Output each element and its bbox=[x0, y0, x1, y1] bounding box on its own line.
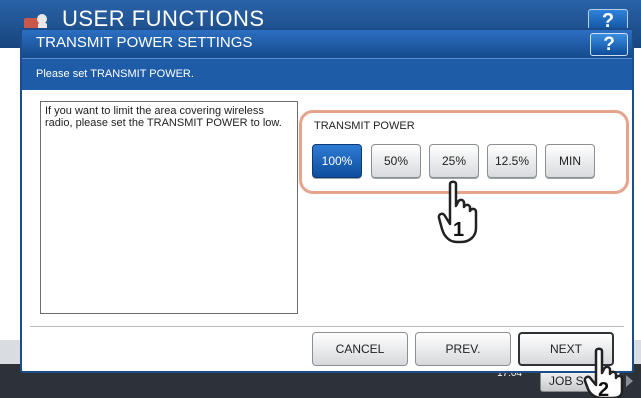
pointing-hand-icon: 1 bbox=[437, 180, 478, 244]
divider bbox=[30, 326, 624, 327]
pointing-hand-icon: 2 bbox=[583, 347, 624, 398]
message-bar: Please set TRANSMIT POWER. bbox=[22, 58, 632, 90]
transmit-power-dialog: TRANSMIT POWER SETTINGS ? Please set TRA… bbox=[20, 28, 634, 373]
transmit-power-label: TRANSMIT POWER bbox=[314, 120, 415, 132]
dialog-title: TRANSMIT POWER SETTINGS bbox=[36, 34, 253, 51]
dialog-title-bar: TRANSMIT POWER SETTINGS ? bbox=[22, 30, 632, 58]
help-button[interactable]: ? bbox=[590, 33, 628, 56]
option-50-percent[interactable]: 50% bbox=[371, 144, 421, 178]
option-min[interactable]: MIN bbox=[545, 144, 595, 178]
callout-step-2: 2 bbox=[598, 379, 609, 398]
option-100-percent[interactable]: 100% bbox=[312, 144, 362, 178]
description-panel: If you want to limit the area covering w… bbox=[40, 101, 298, 314]
cancel-button[interactable]: CANCEL bbox=[312, 332, 408, 366]
prev-button[interactable]: PREV. bbox=[415, 332, 511, 366]
callout-step-1: 1 bbox=[453, 219, 464, 241]
option-25-percent[interactable]: 25% bbox=[429, 144, 479, 178]
description-text: If you want to limit the area covering w… bbox=[45, 105, 282, 129]
option-12-5-percent[interactable]: 12.5% bbox=[487, 144, 537, 178]
instruction-message: Please set TRANSMIT POWER. bbox=[36, 68, 194, 80]
